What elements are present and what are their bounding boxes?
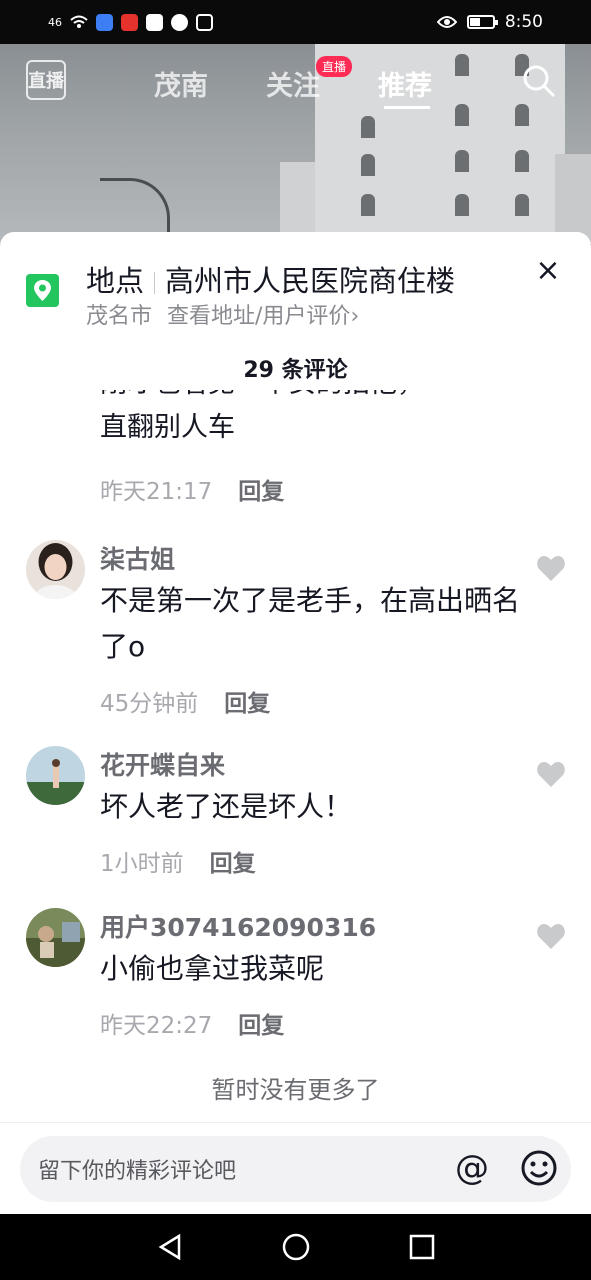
- location-prefix: 地点: [86, 264, 145, 298]
- list-item[interactable]: 柒古姐 不是第一次了是老手，在高出晒名了o 45分钟前 回复: [0, 540, 591, 717]
- comment-input[interactable]: 留下你的精彩评论吧 @: [20, 1136, 571, 1202]
- comment-username[interactable]: 花开蝶自来: [100, 746, 225, 782]
- building-right: [555, 154, 591, 244]
- heart-icon[interactable]: [536, 922, 566, 950]
- reply-button[interactable]: 回复: [238, 1013, 284, 1039]
- comment-meta: 昨天22:27 回复: [100, 1006, 284, 1040]
- tab-following[interactable]: 关注: [266, 64, 320, 103]
- status-icons-left: 46: [48, 13, 213, 31]
- status-icons-right: 8:50: [436, 12, 543, 32]
- comment-time: 昨天22:27: [100, 1013, 213, 1039]
- close-icon[interactable]: ×: [534, 256, 562, 286]
- hand-app-icon: [196, 13, 213, 31]
- avatar[interactable]: [26, 540, 85, 599]
- battery-icon: [466, 15, 498, 29]
- partial-comment-line-bottom: 直翻别人车: [100, 412, 235, 443]
- home-icon[interactable]: [281, 1232, 311, 1262]
- search-icon[interactable]: [522, 64, 556, 98]
- comment-time: 45分钟前: [100, 691, 199, 717]
- heart-icon[interactable]: [536, 554, 566, 582]
- street-lamp: [100, 178, 170, 238]
- music-app-icon: [96, 13, 113, 31]
- comment-list[interactable]: 刚才也看见一个女的拍他， 直翻别人车 昨天21:17 回复 柒古姐 不是第一次了是…: [0, 390, 591, 1130]
- location-title: 地点 高州市人民医院商住楼: [86, 258, 455, 300]
- comment-sheet: 地点高州市人民医院商住楼 茂名市 查看地址/用户评价› × 29 条评论 刚才也…: [0, 232, 591, 1214]
- system-nav-bar: [0, 1214, 591, 1280]
- comment-username[interactable]: 用户3074162090316: [100, 908, 376, 944]
- top-nav: 直播 茂南 关注 直播 推荐: [0, 44, 591, 124]
- recents-icon[interactable]: [407, 1232, 437, 1262]
- live-badge: 直播: [316, 56, 353, 77]
- location-name: 高州市人民医院商住楼: [165, 264, 456, 298]
- avatar[interactable]: [26, 746, 85, 805]
- back-icon[interactable]: [155, 1232, 185, 1262]
- tab-recommended[interactable]: 推荐: [378, 64, 432, 103]
- active-tab-indicator: [384, 106, 430, 109]
- wechat-icon: [171, 13, 188, 31]
- location-subtitle[interactable]: 茂名市 查看地址/用户评价›: [86, 298, 359, 330]
- comment-text: 坏人老了还是坏人！: [100, 790, 353, 823]
- comment-time: 昨天21:17: [100, 479, 213, 505]
- list-item[interactable]: 花开蝶自来 坏人老了还是坏人！ 1小时前 回复: [0, 746, 591, 878]
- comment-text: 小偷也拿过我菜呢: [100, 952, 325, 985]
- comment-text: 不是第一次了是老手，在高出晒名了o: [100, 584, 521, 663]
- wifi-icon: [70, 15, 88, 28]
- comment-input-placeholder: 留下你的精彩评论吧: [38, 1159, 237, 1184]
- comment-meta: 1小时前 回复: [100, 844, 256, 878]
- tab-local[interactable]: 茂南: [154, 64, 208, 103]
- comment-username[interactable]: 柒古姐: [100, 540, 175, 576]
- status-time: 8:50: [504, 12, 543, 32]
- partial-comment-text: 刚才也看见一个女的拍他， 直翻别人车: [100, 390, 424, 450]
- heart-icon[interactable]: [536, 760, 566, 788]
- at-mention-icon[interactable]: @: [452, 1149, 492, 1189]
- comment-count: 29 条评论: [243, 358, 348, 383]
- location-city: 茂名市: [86, 304, 153, 329]
- eye-icon: [436, 16, 457, 28]
- live-tv-icon[interactable]: 直播: [26, 60, 66, 100]
- chevron-right-icon: ›: [350, 304, 360, 329]
- baidu-app-icon: [146, 13, 163, 31]
- status-bar: 46 8:50: [0, 0, 591, 44]
- divider: [0, 1122, 591, 1123]
- comment-meta: 45分钟前 回复: [100, 684, 270, 718]
- reply-button[interactable]: 回复: [224, 691, 270, 717]
- list-item[interactable]: 用户3074162090316 小偷也拿过我菜呢 昨天22:27 回复: [0, 908, 591, 1040]
- partial-comment-meta: 昨天21:17 回复: [100, 472, 284, 506]
- partial-comment-line-top: 刚才也看见一个女的拍他，: [100, 390, 424, 406]
- location-header[interactable]: 地点 高州市人民医院商住楼 茂名市 查看地址/用户评价› ×: [0, 232, 591, 342]
- comment-time: 1小时前: [100, 851, 184, 877]
- red-app-icon: [121, 13, 138, 31]
- reply-button[interactable]: 回复: [210, 851, 256, 877]
- no-more-text: 暂时没有更多了: [211, 1076, 380, 1104]
- view-address-link[interactable]: 查看地址/用户评价: [167, 304, 350, 329]
- reply-button[interactable]: 回复: [238, 479, 284, 505]
- emoji-icon[interactable]: [520, 1149, 558, 1187]
- signal-icon: 46: [48, 15, 62, 29]
- location-pin-icon: [26, 274, 59, 307]
- title-separator: [154, 272, 156, 294]
- avatar[interactable]: [26, 908, 85, 967]
